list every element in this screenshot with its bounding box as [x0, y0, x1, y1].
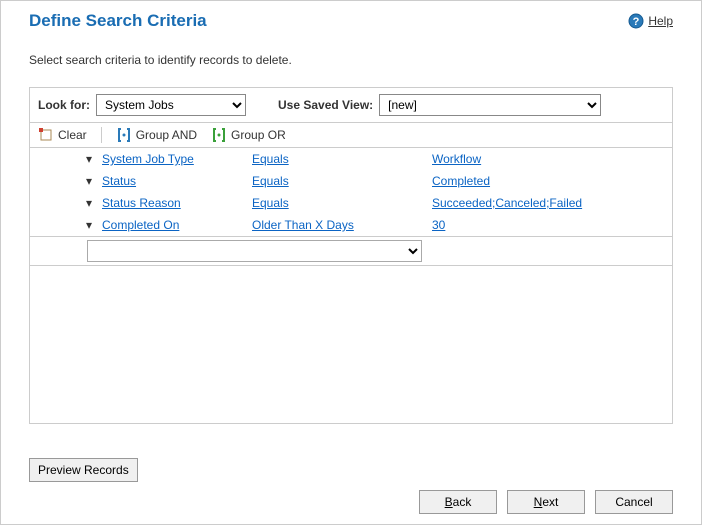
criteria-field-link[interactable]: System Job Type	[102, 152, 194, 166]
criteria-operator-link[interactable]: Older Than X Days	[252, 218, 354, 232]
criteria-value-link[interactable]: 30	[432, 218, 445, 232]
criteria-operator-link[interactable]: Equals	[252, 196, 289, 210]
chevron-down-icon[interactable]: ▾	[30, 174, 102, 188]
chevron-down-icon[interactable]: ▾	[30, 196, 102, 210]
group-and-button[interactable]: Group AND	[116, 127, 197, 143]
bracket-and-icon	[116, 127, 132, 143]
chevron-down-icon[interactable]: ▾	[30, 152, 102, 166]
look-for-row: Look for: System Jobs Use Saved View: [n…	[30, 88, 672, 123]
criteria-row: ▾ Completed On Older Than X Days 30	[30, 214, 672, 236]
help-icon: ?	[628, 13, 644, 29]
header: Define Search Criteria ? Help	[1, 1, 701, 39]
footer-buttons: Back Next Cancel	[419, 490, 673, 514]
criteria-operator-link[interactable]: Equals	[252, 174, 289, 188]
chevron-down-icon[interactable]: ▾	[30, 218, 102, 232]
help-label-rest: elp	[657, 14, 673, 28]
criteria-field-link[interactable]: Status	[102, 174, 136, 188]
saved-view-select[interactable]: [new]	[379, 94, 601, 116]
preview-records-button[interactable]: Preview Records	[29, 458, 138, 482]
criteria-body: ▾ System Job Type Equals Workflow ▾ Stat…	[30, 148, 672, 423]
help-link[interactable]: ? Help	[628, 13, 673, 29]
bracket-or-icon	[211, 127, 227, 143]
criteria-value-link[interactable]: Succeeded;Canceled;Failed	[432, 196, 582, 210]
criteria-row: ▾ Status Reason Equals Succeeded;Cancele…	[30, 192, 672, 214]
criteria-field-link[interactable]: Completed On	[102, 218, 179, 232]
saved-view-label: Use Saved View:	[278, 98, 373, 112]
criteria-row: ▾ Status Equals Completed	[30, 170, 672, 192]
new-criteria-select[interactable]	[87, 240, 422, 262]
criteria-row: ▾ System Job Type Equals Workflow	[30, 148, 672, 170]
criteria-panel: Look for: System Jobs Use Saved View: [n…	[29, 87, 673, 424]
new-criteria-row	[30, 236, 672, 266]
page-title: Define Search Criteria	[29, 11, 207, 31]
criteria-value-link[interactable]: Workflow	[432, 152, 481, 166]
clear-icon	[38, 127, 54, 143]
criteria-toolbar: Clear Group AND Group OR	[30, 123, 672, 148]
clear-button[interactable]: Clear	[38, 127, 87, 143]
criteria-value-link[interactable]: Completed	[432, 174, 490, 188]
back-button[interactable]: Back	[419, 490, 497, 514]
cancel-button[interactable]: Cancel	[595, 490, 673, 514]
look-for-select[interactable]: System Jobs	[96, 94, 246, 116]
next-button[interactable]: Next	[507, 490, 585, 514]
look-for-label: Look for:	[38, 98, 90, 112]
criteria-field-link[interactable]: Status Reason	[102, 196, 181, 210]
group-or-button[interactable]: Group OR	[211, 127, 286, 143]
instruction-text: Select search criteria to identify recor…	[1, 39, 701, 87]
criteria-operator-link[interactable]: Equals	[252, 152, 289, 166]
svg-text:?: ?	[633, 16, 640, 28]
